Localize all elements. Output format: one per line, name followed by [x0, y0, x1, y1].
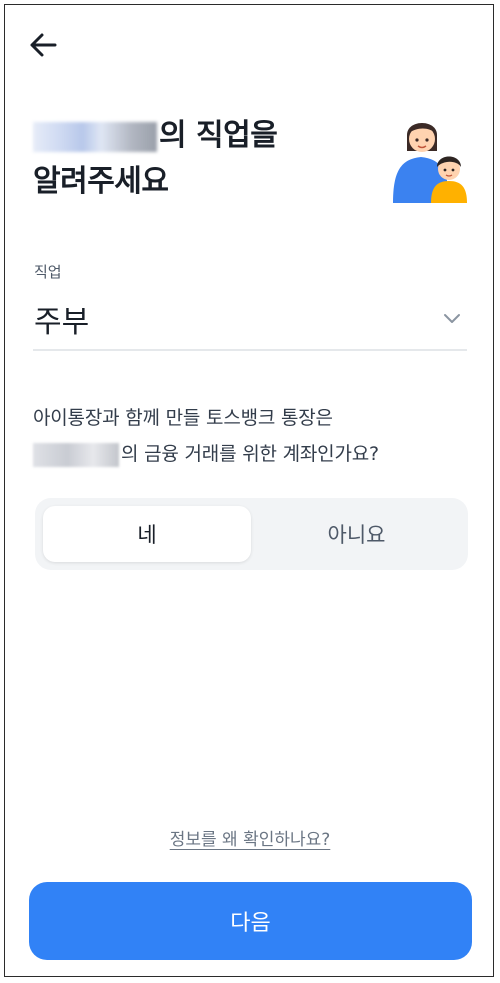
title-line-1: 의 직업을 — [33, 113, 363, 159]
question-line-1: 아이통장과 함께 만들 토스뱅크 통장은 — [33, 407, 333, 429]
redacted-name — [33, 121, 157, 152]
parent-child-illustration — [393, 123, 467, 203]
back-button[interactable] — [23, 25, 63, 65]
redacted-name — [33, 442, 119, 467]
answer-no-option[interactable]: 아니요 — [253, 506, 460, 562]
why-info-link-row: 정보를 왜 확인하나요? — [5, 825, 493, 850]
job-value: 주부 — [34, 305, 90, 340]
question-line-2: 의 금융 거래를 위한 계좌인가요? — [33, 436, 473, 472]
chevron-down-icon — [444, 314, 460, 323]
question-line2-text: 의 금융 거래를 위한 계좌인가요? — [121, 443, 379, 465]
title-line1-text: 의 직업을 — [159, 118, 278, 153]
answer-yes-option[interactable]: 네 — [43, 506, 251, 562]
title-line-2: 알려주세요 — [33, 159, 363, 205]
account-purpose-question: 아이통장과 함께 만들 토스뱅크 통장은 의 금융 거래를 위한 계좌인가요? — [33, 400, 473, 472]
job-label: 직업 — [34, 263, 62, 281]
job-dropdown[interactable]: 주부 — [33, 291, 467, 351]
page-title: 의 직업을 알려주세요 — [33, 113, 363, 205]
next-button[interactable]: 다음 — [29, 882, 472, 960]
answer-toggle: 네 아니요 — [35, 498, 468, 570]
app-screen: 의 직업을 알려주세요 직업 주부 아이통장과 함께 만들 토스뱅크 통장은 의… — [4, 4, 494, 977]
title-line2-text: 알려주세요 — [33, 164, 169, 199]
arrow-left-icon — [30, 33, 57, 57]
why-info-link[interactable]: 정보를 왜 확인하나요? — [170, 830, 331, 850]
